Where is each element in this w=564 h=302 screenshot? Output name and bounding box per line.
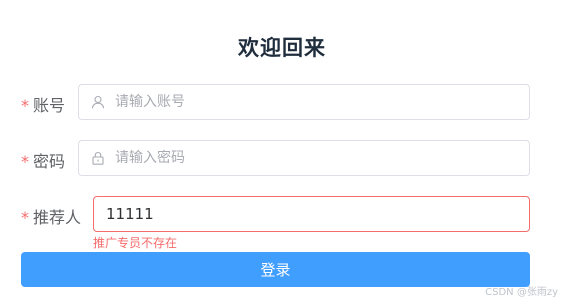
- login-button[interactable]: 登录: [21, 252, 530, 287]
- required-mark: *: [21, 152, 29, 171]
- required-mark: *: [21, 208, 29, 227]
- referrer-label: * 推荐人: [21, 204, 81, 228]
- account-label: * 账号: [21, 92, 65, 116]
- password-label: * 密码: [21, 148, 65, 172]
- referrer-input[interactable]: [94, 197, 529, 231]
- page-title: 欢迎回来: [238, 36, 326, 60]
- account-field[interactable]: [78, 84, 530, 120]
- password-label-text: 密码: [33, 152, 66, 171]
- password-input[interactable]: [115, 141, 529, 175]
- required-mark: *: [21, 96, 29, 115]
- login-page: 欢迎回来 *账号 *密码 *推荐人 推广专员不存在 登录 CSDN @张雨zy: [0, 0, 564, 302]
- user-icon: [91, 95, 105, 109]
- watermark: CSDN @张雨zy: [485, 287, 558, 298]
- referrer-field[interactable]: [93, 196, 530, 232]
- lock-icon: [91, 151, 105, 165]
- account-input[interactable]: [115, 85, 529, 119]
- password-field[interactable]: [78, 140, 530, 176]
- referrer-error-message: 推广专员不存在: [93, 236, 178, 250]
- referrer-label-text: 推荐人: [33, 208, 82, 227]
- account-label-text: 账号: [33, 96, 66, 115]
